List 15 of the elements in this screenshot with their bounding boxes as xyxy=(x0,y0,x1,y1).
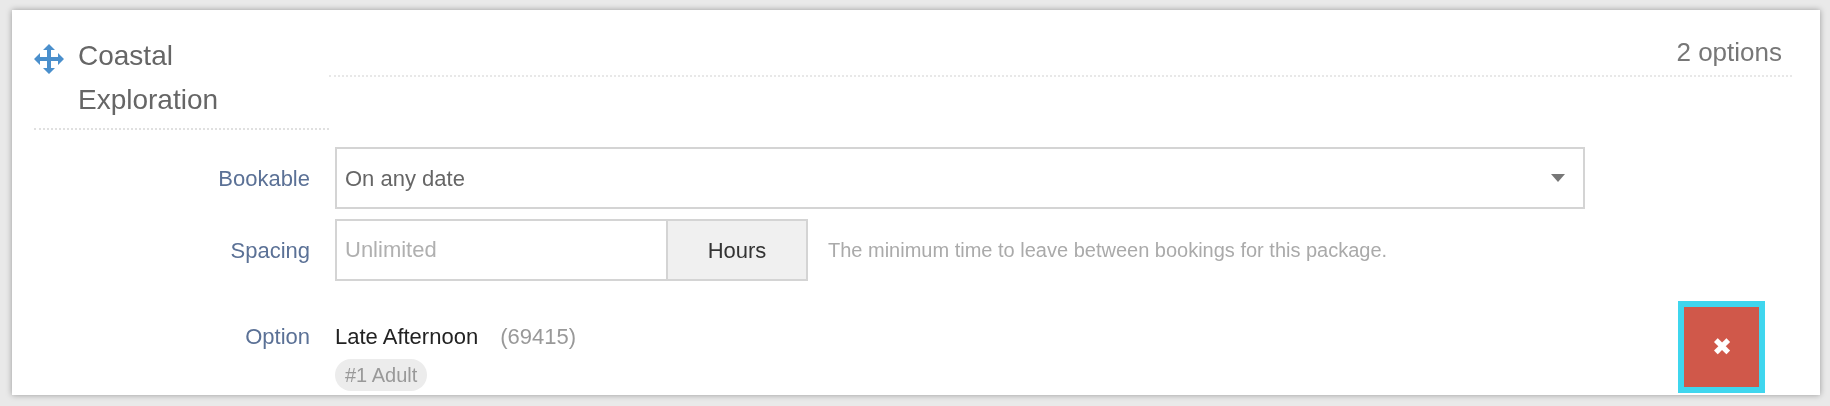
unit-button[interactable]: Hours xyxy=(668,219,808,281)
field-label: Bookable xyxy=(217,164,310,193)
package-title: Coastal Exploration xyxy=(78,39,220,117)
field-label: Option xyxy=(244,323,310,351)
options-count: 2 options xyxy=(1676,36,1782,69)
move-icon[interactable] xyxy=(34,44,64,74)
tag-badge: #1 Adult xyxy=(335,359,428,391)
option-code: (69415) xyxy=(500,323,576,351)
caret-icon xyxy=(1551,174,1565,182)
spacing-field[interactable]: Unlimited xyxy=(335,219,668,281)
help-text: The minimum time to leave between bookings for this package. xyxy=(828,238,1388,263)
option-name: Late Afternoon xyxy=(335,323,479,351)
remove-button[interactable]: ✖ xyxy=(1678,301,1765,393)
field-label: Spacing xyxy=(229,236,310,265)
date-dropdown[interactable]: On any date xyxy=(335,147,1585,209)
